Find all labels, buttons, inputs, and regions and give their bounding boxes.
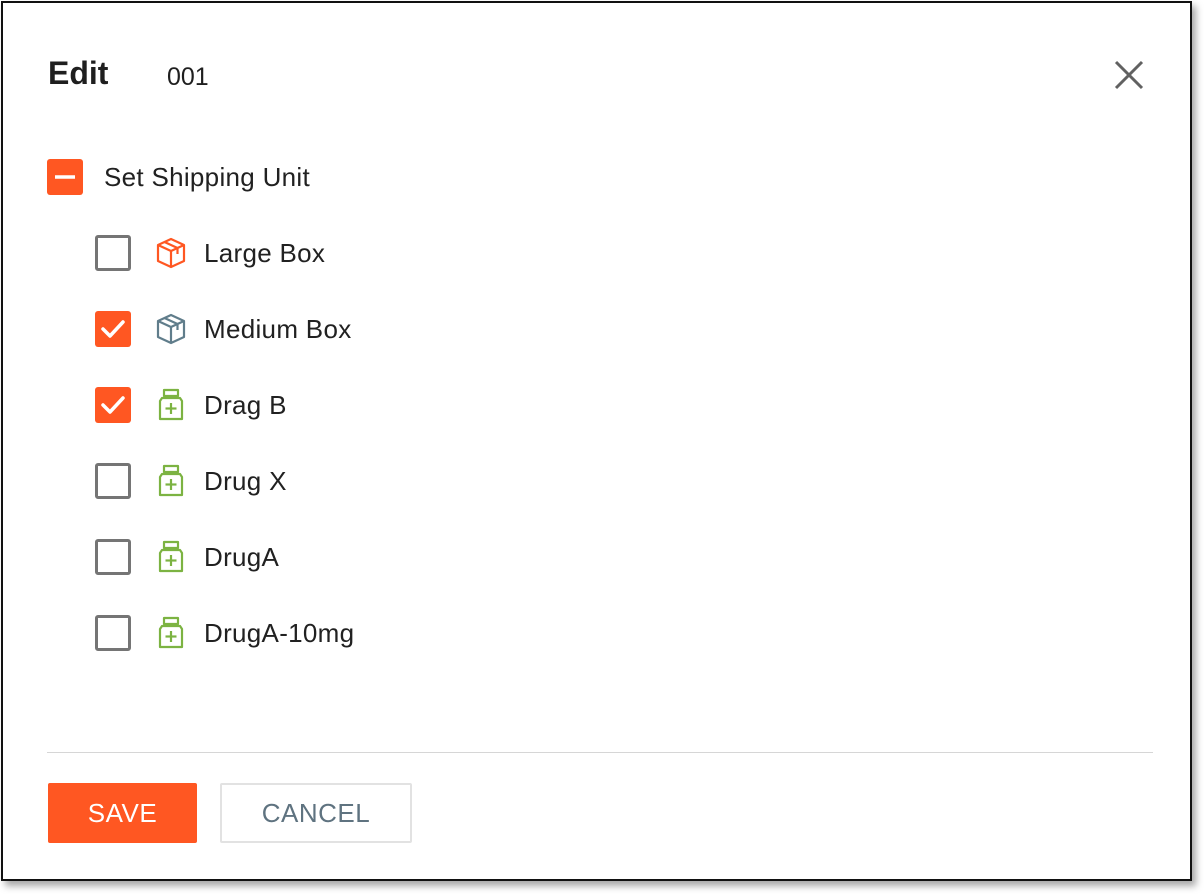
druga-label: DrugA (204, 542, 280, 572)
druga-10mg-label: DrugA-10mg (204, 618, 355, 648)
medicine-bottle-icon (155, 388, 187, 422)
set-shipping-unit-checkbox[interactable] (47, 159, 83, 195)
cancel-button[interactable]: CANCEL (220, 783, 412, 843)
record-id: 001 (167, 63, 209, 91)
footer-divider (47, 752, 1153, 753)
box-icon (155, 312, 187, 346)
drug-x-checkbox[interactable] (95, 463, 131, 499)
drag-b-checkbox[interactable] (95, 387, 131, 423)
medicine-bottle-icon (155, 540, 187, 574)
dialog-title: Edit (48, 55, 109, 91)
medicine-bottle-icon (155, 616, 187, 650)
medium-box-checkbox[interactable] (95, 311, 131, 347)
edit-dialog: Edit 001 Set Shipping Unit Large Box Med… (1, 1, 1192, 881)
medium-box-label: Medium Box (204, 314, 352, 344)
druga-10mg-checkbox[interactable] (95, 615, 131, 651)
drug-x-label: Drug X (204, 466, 287, 496)
druga-checkbox[interactable] (95, 539, 131, 575)
set-shipping-unit-label: Set Shipping Unit (104, 162, 311, 192)
large-box-checkbox[interactable] (95, 235, 131, 271)
box-icon (155, 236, 187, 270)
large-box-label: Large Box (204, 238, 326, 268)
close-icon[interactable] (1111, 57, 1147, 93)
drag-b-label: Drag B (204, 390, 287, 420)
medicine-bottle-icon (155, 464, 187, 498)
save-button[interactable]: SAVE (48, 783, 197, 843)
